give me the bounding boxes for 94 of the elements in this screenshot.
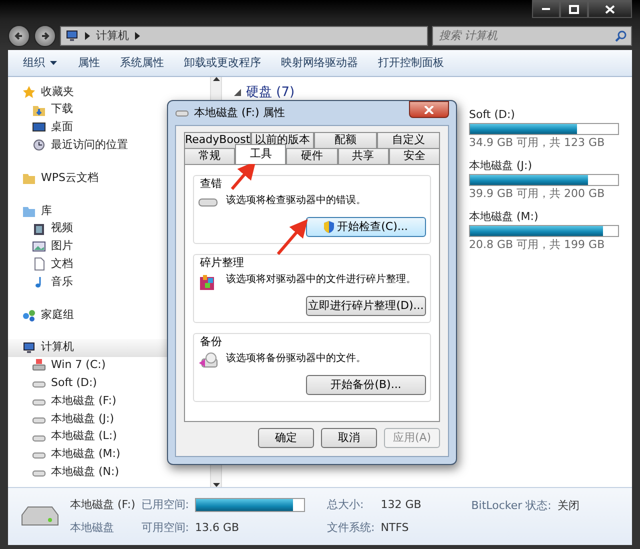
film-icon [32,222,46,236]
collapse-icon [234,89,241,96]
field-label: 已用空间: [141,497,189,513]
field-label: 总大小: [326,497,365,513]
picture-icon [32,239,46,254]
minimize-icon [542,8,550,10]
tab[interactable]: 常规 [184,148,236,164]
field-label: BitLocker 状态: [471,498,552,514]
star-icon [22,84,36,99]
drive-name: 本地磁盘 (M:) [469,208,540,224]
action-button[interactable]: 开始备份(B)... [306,374,426,395]
tab[interactable]: 共享 [338,148,389,164]
computer-icon [22,340,36,355]
tab[interactable]: 工具 [235,144,286,164]
group-title: 硬盘 (7) [246,84,295,102]
sidebar-item[interactable]: 本地磁盘 (N:) [8,463,210,482]
sidebar-item[interactable]: 本地磁盘 (L:) [8,428,210,446]
monitor-icon [32,120,46,134]
forward-button[interactable] [34,25,56,47]
maximize-icon [569,4,579,14]
action-button[interactable]: 开始检查(C)... [306,216,426,237]
minimize-button[interactable] [532,0,560,18]
search-field[interactable]: 搜索 计算机 [432,26,632,46]
breadcrumb[interactable]: 计算机 [96,28,129,44]
network-icon [22,308,36,322]
drive-name: 本地磁盘 (F:) [70,497,136,513]
chevron-icon [85,32,90,40]
document-icon [32,257,46,272]
drive-icon [20,504,60,528]
field-label: 可用空间: [141,520,189,536]
down-arrow-icon [212,483,220,487]
tab[interactable]: 硬件 [286,148,338,164]
folder-icon [22,171,36,186]
sidebar-item[interactable]: 家庭组 [8,306,210,324]
toolbar-button[interactable]: 系统属性 [111,52,173,74]
close-icon [605,4,615,14]
section-description: 该选项将检查驱动器中的错误。 [226,194,366,208]
field-value: NTFS [380,520,410,536]
right-arrow-icon [40,31,50,41]
drive-name: 本地磁盘 (J:) [469,158,534,174]
toolbar-button[interactable]: 属性 [69,52,109,74]
search-icon [615,30,627,42]
field-label: 文件系统: [326,520,375,536]
clock-icon [32,138,46,152]
sidebar-item[interactable]: 图片 [8,238,210,256]
tab[interactable]: 自定义 [377,132,440,148]
backup-icon [198,350,218,370]
search-input[interactable]: 搜索 计算机 [437,26,615,46]
sidebar-item[interactable]: 库 [8,202,210,220]
drive-capacity: 39.9 GB 可用，共 200 GB [469,186,606,202]
dialog-button[interactable]: 确定 [258,428,314,448]
tab[interactable]: 配额 [314,132,378,148]
section-description: 该选项将对驱动器中的文件进行碎片整理。 [226,272,416,286]
close-button[interactable] [409,101,449,118]
sidebar-item[interactable]: Soft (D:) [8,374,210,392]
sidebar-item[interactable]: 本地磁盘 (J:) [8,410,210,428]
field-value: 132 GB [380,497,422,513]
drive-icon [175,108,189,118]
address-bar[interactable]: 计算机 [60,26,428,46]
back-button[interactable] [8,25,30,47]
sidebar-item[interactable]: 音乐 [8,273,210,291]
drive-capacity: 20.8 GB 可用，共 199 GB [469,237,606,253]
tab[interactable]: ReadyBoost [184,132,252,148]
toolbar-button[interactable]: 打开控制面板 [369,52,453,74]
drive-capacity: 34.9 GB 可用，共 123 GB [469,135,606,151]
computer-icon [65,29,79,43]
up-arrow-icon [212,77,220,81]
toolbar-button[interactable]: 卸载或更改程序 [175,52,270,74]
sidebar-item[interactable]: 视频 [8,220,210,238]
drive-name: Soft (D:) [469,106,516,122]
drive-icon [32,358,46,372]
drive-type: 本地磁盘 [70,520,115,536]
dialog-title: 本地磁盘 (F:) 属性 [194,104,285,121]
sidebar-item[interactable]: 本地磁盘 (M:) [8,446,210,464]
chevron-icon [135,32,140,40]
caret-icon [49,60,58,66]
sidebar-item[interactable]: 本地磁盘 (F:) [8,392,210,410]
left-arrow-icon [14,31,24,41]
annotation-arrow [230,161,256,190]
sidebar-item[interactable]: Win 7 (C:) [8,356,210,374]
maximize-button[interactable] [560,0,588,18]
sidebar-item[interactable]: 收藏夹 [8,83,210,101]
field-value: 13.6 GB [194,520,240,536]
action-button[interactable]: 立即进行碎片整理(D)... [306,296,426,316]
dialog-button[interactable]: 取消 [321,428,377,448]
close-button[interactable] [588,0,632,18]
section-description: 该选项将备份驱动器中的文件。 [226,352,366,366]
close-icon [424,106,434,114]
shield-icon [324,220,334,233]
toolbar-button[interactable]: 组织 [14,52,67,74]
field-value: 关闭 [557,498,580,514]
toolbar-button[interactable]: 映射网络驱动器 [272,52,367,74]
tab[interactable]: 安全 [388,148,440,164]
annotation-arrow [276,219,308,255]
